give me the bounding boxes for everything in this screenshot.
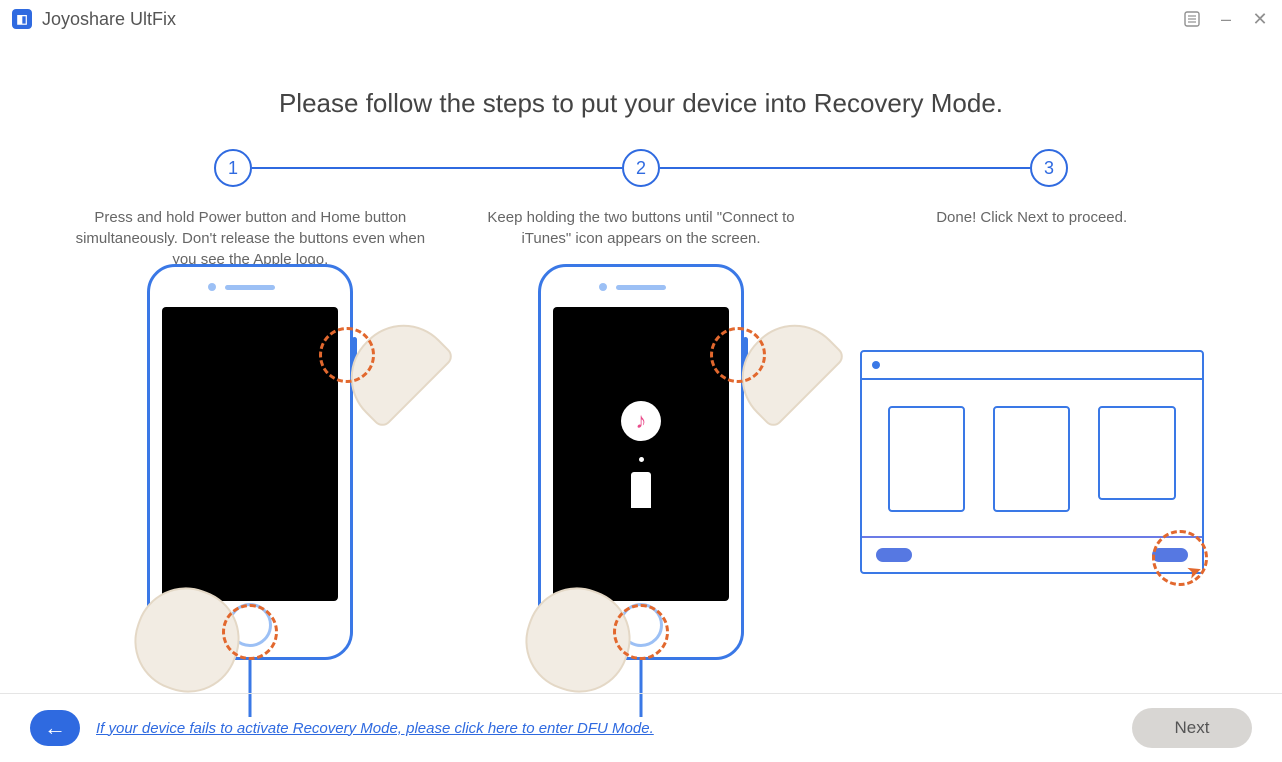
app-preview-icon: ➤ (860, 350, 1204, 574)
dfu-mode-link[interactable]: If your device fails to activate Recover… (96, 720, 654, 737)
content: Please follow the steps to put your devi… (0, 38, 1282, 647)
highlight-circle-icon (710, 327, 766, 383)
app-logo-icon: ◧ (12, 9, 32, 29)
stepper: 1 2 3 (60, 149, 1222, 187)
minimize-icon[interactable]: – (1216, 9, 1236, 29)
step-line (660, 167, 1030, 169)
step-line (252, 167, 622, 169)
step-1-illustration (60, 277, 441, 647)
titlebar: ◧ Joyoshare UltFix – ✕ (0, 0, 1282, 38)
back-button[interactable]: ← (30, 710, 80, 746)
highlight-circle-icon (222, 604, 278, 660)
bottom-left: ← If your device fails to activate Recov… (30, 710, 654, 746)
step-3-illustration: ➤ (841, 277, 1222, 647)
itunes-icon: ♪ (621, 401, 661, 441)
title-left: ◧ Joyoshare UltFix (12, 9, 176, 30)
steps-row: Press and hold Power button and Home but… (60, 207, 1222, 647)
step-2-illustration: ♪ (451, 277, 832, 647)
close-icon[interactable]: ✕ (1250, 9, 1270, 29)
phone-icon: ♪ (538, 264, 744, 660)
phone-icon (147, 264, 353, 660)
app-title: Joyoshare UltFix (42, 9, 176, 30)
page-title: Please follow the steps to put your devi… (60, 88, 1222, 119)
step-3-desc: Done! Click Next to proceed. (841, 207, 1222, 277)
step-1: Press and hold Power button and Home but… (60, 207, 441, 647)
arrow-left-icon: ← (44, 715, 66, 741)
next-button[interactable]: Next (1132, 708, 1252, 748)
app-window: ◧ Joyoshare UltFix – ✕ Please follow the… (0, 0, 1282, 762)
step-circle-3: 3 (1030, 149, 1068, 187)
menu-icon[interactable] (1182, 9, 1202, 29)
lightning-cable-icon (631, 472, 651, 508)
bottombar: ← If your device fails to activate Recov… (0, 693, 1282, 762)
highlight-circle-icon (319, 327, 375, 383)
highlight-circle-icon (613, 604, 669, 660)
step-circle-2: 2 (622, 149, 660, 187)
step-3: Done! Click Next to proceed. (841, 207, 1222, 647)
step-2: Keep holding the two buttons until "Conn… (451, 207, 832, 647)
step-circle-1: 1 (214, 149, 252, 187)
window-controls: – ✕ (1182, 9, 1270, 29)
